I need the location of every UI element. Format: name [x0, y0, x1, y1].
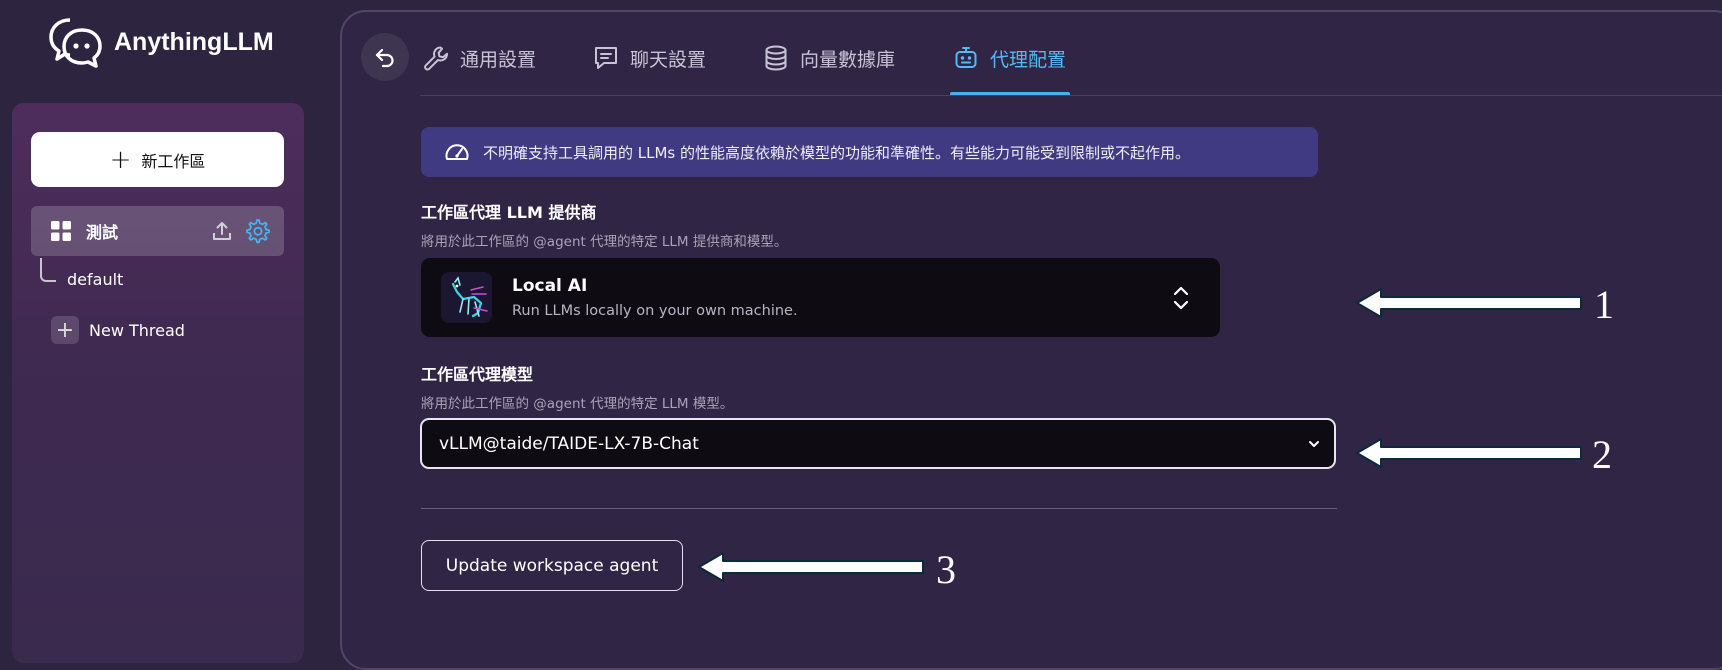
back-arrow-icon [375, 48, 394, 68]
gauge-icon [445, 144, 469, 160]
llm-provider-selector[interactable]: Local AI Run LLMs locally on your own ma… [421, 258, 1220, 337]
tab-vector-database-label: 向量數據庫 [800, 48, 896, 71]
chevron-down-icon [1309, 440, 1319, 447]
tab-general-settings[interactable]: 通用設置 [422, 42, 536, 74]
new-workspace-button[interactable]: + 新工作區 [31, 132, 284, 187]
callout-number-2: 2 [1592, 432, 1612, 477]
callout-arrow-left-icon [698, 552, 924, 582]
back-button[interactable] [361, 33, 409, 81]
database-icon [765, 45, 787, 71]
plus-icon: + [51, 316, 79, 344]
section-divider [421, 508, 1337, 509]
provider-section-title: 工作區代理 LLM 提供商 [421, 203, 597, 222]
app-name: AnythingLLM [114, 27, 274, 56]
tab-agent-config-label: 代理配置 [990, 48, 1067, 71]
update-workspace-agent-button[interactable]: Update workspace agent [421, 540, 683, 591]
model-section-title: 工作區代理模型 [421, 365, 534, 384]
workspace-name: 測試 [86, 223, 119, 242]
callout-number-1: 1 [1594, 282, 1614, 327]
sidebar [12, 103, 304, 663]
upload-icon[interactable] [210, 219, 234, 243]
app-logo: AnythingLLM [48, 16, 274, 68]
agent-model-value: vLLM@taide/TAIDE-LX-7B-Chat [439, 433, 699, 454]
new-workspace-label: 新工作區 [141, 151, 206, 171]
chat-icon [595, 47, 617, 69]
warning-banner: 不明確支持工具調用的 LLMs 的性能高度依賴於模型的功能和準確性。有些能力可能… [421, 127, 1318, 177]
chat-bubbles-logo-icon [49, 18, 102, 68]
provider-section-subtitle: 將用於此工作區的 @agent 代理的特定 LLM 提供商和模型。 [421, 234, 788, 250]
workspace-item[interactable]: 測試 [31, 206, 284, 256]
new-thread-label: New Thread [89, 320, 185, 340]
tab-general-settings-label: 通用設置 [460, 48, 537, 71]
tab-chat-settings-label: 聊天設置 [630, 48, 707, 71]
tabs-divider [420, 95, 1722, 96]
callout-arrow-left-icon [1356, 438, 1582, 468]
plus-icon: + [109, 144, 132, 175]
tab-vector-database[interactable]: 向量數據庫 [762, 42, 895, 74]
tab-agent-config[interactable]: 代理配置 [952, 42, 1066, 74]
gear-icon[interactable] [244, 218, 270, 244]
new-thread-button[interactable]: + New Thread [51, 316, 185, 344]
tab-chat-settings[interactable]: 聊天設置 [592, 42, 706, 74]
callout-arrow-left-icon [1356, 288, 1582, 318]
wrench-icon [424, 46, 448, 71]
localai-logo-icon [441, 272, 492, 323]
thread-connector [40, 258, 56, 282]
grid-icon [51, 221, 71, 241]
robot-icon [955, 47, 977, 68]
model-section-subtitle: 將用於此工作區的 @agent 代理的特定 LLM 模型。 [421, 396, 734, 412]
provider-description: Run LLMs locally on your own machine. [512, 303, 798, 319]
thread-item-default[interactable]: default [67, 270, 123, 289]
warning-banner-text: 不明確支持工具調用的 LLMs 的性能高度依賴於模型的功能和準確性。有些能力可能… [483, 143, 1191, 162]
update-workspace-agent-label: Update workspace agent [445, 555, 659, 576]
callout-number-3: 3 [936, 547, 956, 592]
agent-model-select[interactable]: vLLM@taide/TAIDE-LX-7B-Chat [420, 418, 1336, 469]
chevron-up-down-icon [1173, 286, 1189, 309]
provider-name: Local AI [512, 276, 588, 296]
